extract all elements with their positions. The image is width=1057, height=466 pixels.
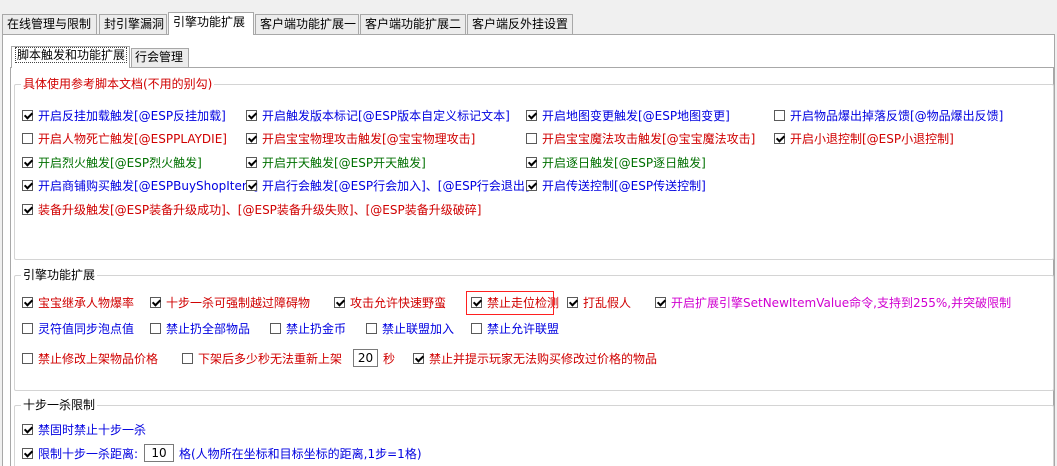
checkbox-box[interactable] (22, 133, 33, 144)
checkbox-label: 攻击允许快速野蛮 (350, 296, 447, 310)
checkbox-box[interactable] (526, 157, 537, 168)
checkbox-label: 十步一杀可强制越过障碍物 (166, 296, 311, 310)
checkbox-box[interactable] (413, 353, 424, 364)
checkbox-label: 开启扩展引擎SetNewItemValue命令,支持到255%,并突破限制 (671, 296, 1012, 310)
engine-extension-group: 引擎功能扩展 宝宝继承人物爆率 十步一杀可强制越过障碍物 攻击允许快速野蛮 禁止… (14, 268, 1054, 391)
checkbox-label: 限制十步一杀距离: (38, 447, 139, 461)
checkbox-box[interactable] (270, 323, 281, 334)
checkbox-box[interactable] (182, 353, 193, 364)
checkbox-box[interactable] (526, 133, 537, 144)
checkbox-label: 禁止联盟加入 (382, 322, 455, 336)
checkbox-label: 下架后多少秒无法重新上架 (198, 352, 343, 366)
checkbox-label: 开启地图变更触发[@ESP地图变更] (542, 109, 730, 123)
tab-online-management[interactable]: 在线管理与限制 (2, 14, 97, 34)
checkbox-box[interactable] (150, 323, 161, 334)
checkbox-label: 开启宝宝物理攻击触发[@宝宝物理攻击] (262, 132, 476, 146)
checkbox-box[interactable] (526, 180, 537, 191)
checkbox-box[interactable] (22, 110, 33, 121)
tab-client-extension-1[interactable]: 客户端功能扩展一 (255, 14, 359, 34)
tab-client-extension-2[interactable]: 客户端功能扩展二 (360, 14, 466, 34)
checkbox-box[interactable] (150, 297, 161, 308)
checkbox-label: 打乱假人 (583, 296, 632, 310)
checkbox-box[interactable] (567, 297, 578, 308)
checkbox-label: 装备升级触发[@ESP装备升级成功]、[@ESP装备升级失败]、[@ESP装备升… (38, 203, 482, 217)
checkbox-label: 禁止走位检测 (487, 296, 560, 310)
checkbox-box[interactable] (246, 180, 257, 191)
checkbox-label: 开启触发版本标记[@ESP版本自定义标记文本] (262, 109, 510, 123)
checkbox-box[interactable] (22, 448, 33, 459)
checkbox-label: 开启烈火触发[@ESP烈火触发] (38, 156, 202, 170)
checkbox-label: 开启物品爆出掉落反馈[@物品爆出反馈] (790, 109, 1004, 123)
checkbox-label: 禁固时禁止十步一杀 (38, 423, 147, 437)
checkbox-box[interactable] (246, 133, 257, 144)
tab-client-anticheat[interactable]: 客户端反外挂设置 (467, 14, 573, 34)
relist-seconds-unit: 秒 (383, 352, 396, 366)
checkbox-box[interactable] (22, 204, 33, 215)
tenstep-distance-hint: 格(人物所在坐标和目标坐标的距离,1步=1格) (179, 447, 422, 461)
engine-extension-panel: 脚本触发和功能扩展 行会管理 具体使用参考脚本文档(不用的别勾) 开启反挂加载触… (2, 34, 1055, 466)
checkbox-label: 宝宝继承人物爆率 (38, 296, 135, 310)
checkbox-label: 禁止修改上架物品价格 (38, 352, 159, 366)
tenstep-limit-group: 十步一杀限制 禁固时禁止十步一杀 限制十步一杀距离: 10 格(人物所在坐标和目… (14, 398, 1054, 466)
engine-group-legend: 引擎功能扩展 (21, 268, 98, 282)
checkbox-box[interactable] (22, 180, 33, 191)
checkbox-label: 开启开天触发[@ESP开天触发] (262, 156, 426, 170)
checkbox-label: 开启商铺购买触发[@ESPBuyShopItem] (38, 179, 259, 193)
checkbox-label: 开启小退控制[@ESP小退控制] (790, 132, 954, 146)
checkbox-box[interactable] (22, 424, 33, 435)
relist-seconds-input[interactable]: 20 (353, 349, 378, 367)
tab-engine-bug-fix[interactable]: 封引擎漏洞 (99, 14, 167, 34)
tenstep-group-legend: 十步一杀限制 (21, 398, 98, 412)
checkbox-label: 灵符值同步泡点值 (38, 322, 135, 336)
checkbox-label: 禁止并提示玩家无法购买修改过价格的物品 (429, 352, 658, 366)
script-group-legend: 具体使用参考脚本文档(不用的别勾) (21, 77, 215, 91)
subtab-guild-management[interactable]: 行会管理 (131, 48, 189, 67)
checkbox-box[interactable] (246, 157, 257, 168)
checkbox-label: 禁止允许联盟 (487, 322, 560, 336)
checkbox-box[interactable] (22, 323, 33, 334)
main-tab-bar: 在线管理与限制 封引擎漏洞 引擎功能扩展 客户端功能扩展一 客户端功能扩展二 客… (2, 12, 1055, 35)
checkbox-box[interactable] (774, 110, 785, 121)
tab-engine-extension[interactable]: 引擎功能扩展 (168, 12, 254, 35)
checkbox-box[interactable] (471, 297, 482, 308)
checkbox-label: 开启宝宝魔法攻击触发[@宝宝魔法攻击] (542, 132, 756, 146)
checkbox-label: 禁止扔全部物品 (166, 322, 251, 336)
tenstep-distance-input[interactable]: 10 (144, 444, 174, 462)
checkbox-box[interactable] (22, 353, 33, 364)
checkbox-label: 开启行会触发[@ESP行会加入]、[@ESP行会退出] (262, 179, 530, 193)
checkbox-label: 禁止扔金币 (286, 322, 347, 336)
checkbox-box[interactable] (526, 110, 537, 121)
checkbox-label: 开启逐日触发[@ESP逐日触发] (542, 156, 706, 170)
checkbox-box[interactable] (471, 323, 482, 334)
checkbox-box[interactable] (22, 157, 33, 168)
checkbox-label: 开启人物死亡触发[@ESPPLAYDIE] (38, 132, 227, 146)
checkbox-label: 开启反挂加载触发[@ESP反挂加载] (38, 109, 226, 123)
checkbox-box[interactable] (366, 323, 377, 334)
checkbox-label: 开启传送控制[@ESP传送控制] (542, 179, 706, 193)
subtab-script-trigger[interactable]: 脚本触发和功能扩展 (11, 46, 130, 68)
checkbox-box[interactable] (655, 297, 666, 308)
checkbox-box[interactable] (774, 133, 785, 144)
script-trigger-subpanel: 具体使用参考脚本文档(不用的别勾) 开启反挂加载触发[@ESP反挂加载] 开启触… (10, 67, 1054, 466)
checkbox-box[interactable] (22, 297, 33, 308)
checkbox-box[interactable] (334, 297, 345, 308)
script-trigger-group: 具体使用参考脚本文档(不用的别勾) 开启反挂加载触发[@ESP反挂加载] 开启触… (14, 77, 1054, 260)
checkbox-box[interactable] (246, 110, 257, 121)
